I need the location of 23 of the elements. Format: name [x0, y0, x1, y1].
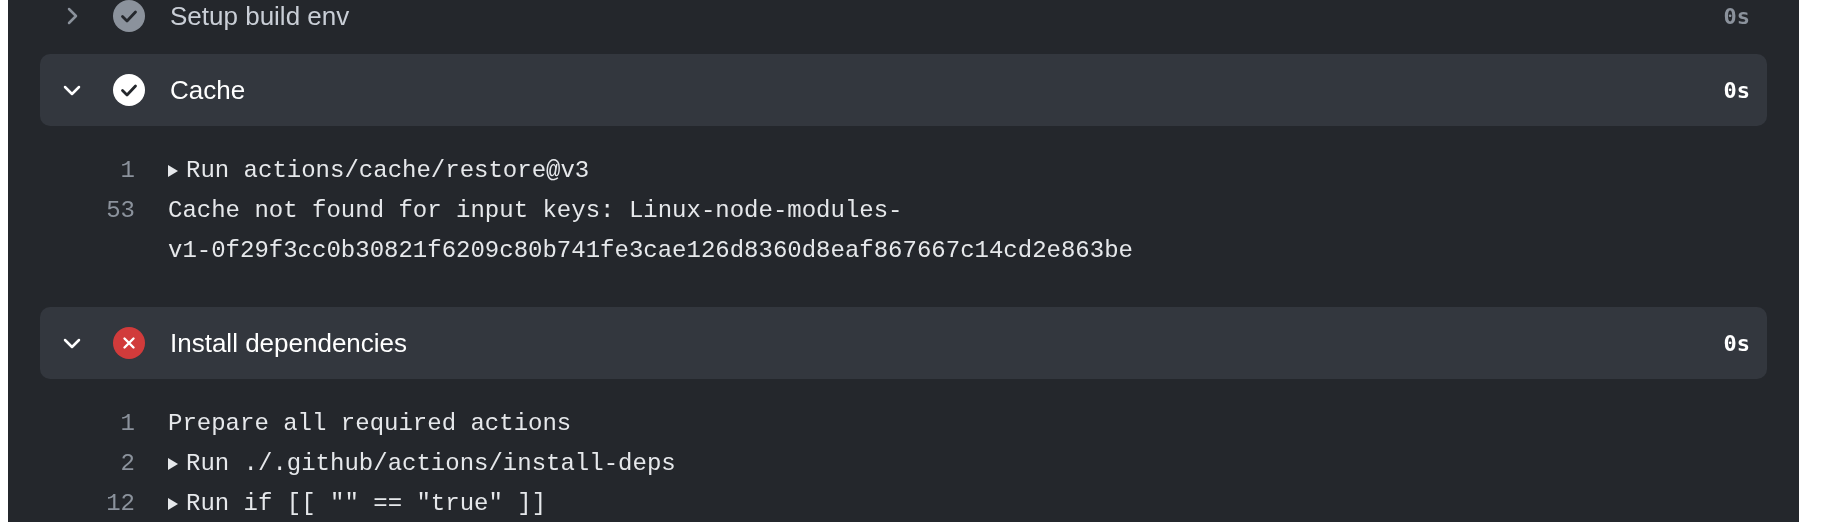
step-title: Install dependencies	[170, 327, 409, 359]
step-title: Setup build env	[170, 0, 351, 32]
log-text: Run ./.github/actions/install-deps	[186, 449, 676, 479]
step-duration: 0s	[1723, 3, 1750, 29]
line-number: 1	[119, 156, 135, 186]
step-header[interactable]: Cache 0s	[40, 54, 1767, 126]
step-duration: 0s	[1723, 77, 1750, 103]
log-text: Run actions/cache/restore@v3	[186, 156, 590, 186]
line-number: 12	[105, 489, 135, 519]
log-text: Run if [[ "" == "true" ]]	[186, 489, 547, 519]
line-number: 1	[119, 409, 135, 439]
triangle-right-icon[interactable]	[168, 498, 178, 510]
step-header[interactable]: Setup build env 0s	[40, 0, 1767, 42]
log-text: Cache not found for input keys: Linux-node-modules-	[168, 196, 903, 226]
log-text: v1-0f29f3cc0b30821f6209c80b741fe3cae126d8360d8eaf867667c14cd2e863be	[168, 236, 1133, 266]
step-header[interactable]: Install dependencies 0s	[40, 307, 1767, 379]
step-title: Cache	[170, 74, 247, 106]
line-number: 53	[105, 196, 135, 226]
log-text: Prepare all required actions	[168, 409, 572, 439]
step-duration: 0s	[1723, 330, 1750, 356]
line-number: 2	[119, 449, 135, 479]
triangle-right-icon[interactable]	[168, 458, 178, 470]
triangle-right-icon[interactable]	[168, 165, 178, 177]
